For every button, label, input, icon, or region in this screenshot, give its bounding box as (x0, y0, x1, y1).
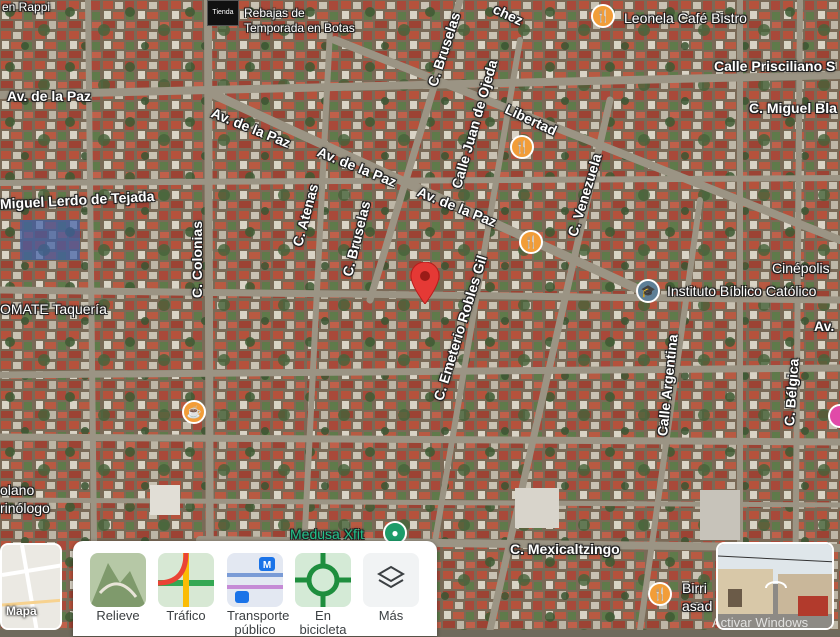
fork-knife-icon[interactable]: 🍴 (591, 4, 615, 28)
place-label-medusa[interactable]: Medusa Xfit (290, 526, 364, 542)
map-type-toggle[interactable]: Mapa (0, 543, 62, 630)
layer-relieve-label: Relieve (96, 608, 140, 623)
place-label-rebajas-2[interactable]: Temporada en Botas (244, 21, 355, 35)
street-label-colonias: C. Colonias (189, 220, 205, 298)
transit-icon: M (227, 553, 283, 607)
traffic-icon (158, 553, 214, 607)
layer-mas-label: Más (378, 608, 404, 623)
svg-text:M: M (263, 560, 271, 571)
place-label-olano-2[interactable]: rinólogo (0, 500, 50, 516)
layer-trafico-label: Tráfico (166, 608, 206, 623)
graduation-cap-icon[interactable]: 🎓 (636, 279, 660, 303)
place-label-cinepolis[interactable]: Cinépolis (772, 260, 830, 276)
street-label-av-paz-left: Av. de la Paz (7, 88, 92, 104)
terrain-icon (90, 553, 146, 607)
fork-knife-icon[interactable]: 🍴 (648, 582, 672, 606)
layer-transporte-label-2: público (234, 622, 276, 637)
store-logo[interactable]: Tienda (207, 0, 239, 26)
activation-watermark: Activar Windows (712, 615, 809, 630)
layer-relieve[interactable]: Relieve (90, 553, 146, 623)
street-label-prisciliano: Calle Prisciliano S (714, 58, 836, 74)
layer-bicicleta[interactable]: En bicicleta (295, 553, 351, 637)
layer-bicicleta-label-2: bicicleta (299, 622, 347, 637)
fork-knife-icon[interactable]: 🍴 (510, 135, 534, 159)
layer-transporte-label-1: Transporte (227, 608, 290, 623)
map-type-label: Mapa (6, 604, 37, 618)
place-label-rappi[interactable]: en Rappi (2, 0, 50, 14)
layer-trafico[interactable]: Tráfico (158, 553, 214, 623)
place-label-birria-2[interactable]: asad (682, 598, 712, 614)
layers-panel: Relieve Tráfico M Transporte público En … (73, 541, 437, 637)
place-label-olano-1[interactable]: olano (0, 482, 34, 498)
place-label-leonela[interactable]: Leonela Café Bistro (624, 10, 747, 26)
coffee-icon[interactable]: ☕ (182, 400, 206, 424)
satellite-map[interactable] (0, 0, 840, 630)
place-label-birria-1[interactable]: Birri (682, 580, 707, 596)
layer-bicicleta-label-1: En (315, 608, 331, 623)
location-pin-icon[interactable] (410, 262, 440, 304)
street-label-mexicaltzingo: C. Mexicaltzingo (510, 541, 620, 557)
street-label-av-right: Av. (814, 318, 835, 334)
fork-knife-icon[interactable]: 🍴 (519, 230, 543, 254)
street-label-miguel-bla: C. Miguel Bla (749, 100, 837, 116)
place-label-omate[interactable]: OMATE Taquería (0, 301, 107, 317)
place-label-rebajas-1[interactable]: Rebajas de (244, 6, 305, 20)
place-label-instituto[interactable]: Instituto Bíblico Católico (667, 283, 816, 299)
bicycle-icon (295, 553, 351, 607)
layer-transporte[interactable]: M Transporte público (227, 553, 290, 637)
layer-mas[interactable]: Más (363, 553, 419, 623)
layers-icon (363, 553, 419, 607)
